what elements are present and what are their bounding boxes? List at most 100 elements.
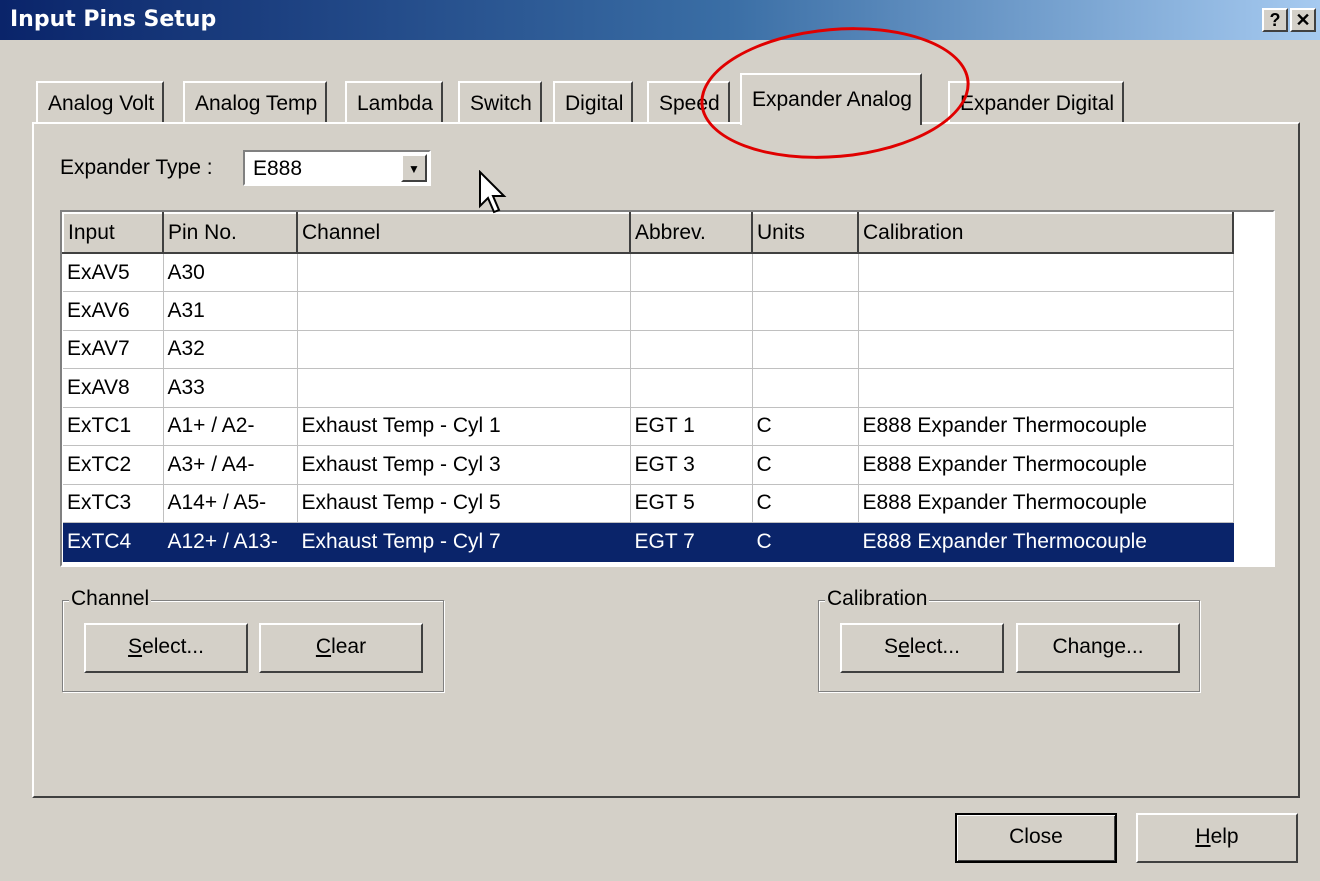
mnemonic: C	[315, 635, 332, 658]
calibration-change-button[interactable]: Change...	[1016, 623, 1180, 673]
pins-table: Input Pin No. Channel Abbrev. Units Cali…	[62, 212, 1234, 562]
close-window-button[interactable]: ✕	[1290, 8, 1316, 32]
cell-input: ExTC4	[63, 522, 164, 562]
cell-abbrev	[630, 368, 753, 408]
cell-units: C	[752, 407, 859, 446]
column-header-input[interactable]: Input	[62, 212, 164, 254]
cell-abbrev: EGT 7	[630, 522, 753, 562]
cell-input: ExTC3	[63, 484, 164, 523]
cell-channel	[297, 368, 631, 408]
cell-pin: A33	[163, 368, 298, 408]
column-header-pin-no[interactable]: Pin No.	[162, 212, 298, 254]
cell-pin: A12+ / A13-	[163, 522, 298, 562]
cell-input: ExAV8	[63, 368, 164, 408]
label-part: elp	[1210, 825, 1239, 848]
tab-lambda[interactable]: Lambda	[345, 81, 443, 122]
cell-abbrev: EGT 1	[630, 407, 753, 446]
table-row[interactable]: ExAV7 A32	[63, 330, 1234, 369]
column-header-units[interactable]: Units	[751, 212, 859, 254]
help-button[interactable]: Help	[1136, 813, 1298, 863]
cell-units	[752, 291, 859, 331]
tab-expander-analog[interactable]: Expander Analog	[740, 73, 922, 125]
cell-pin: A3+ / A4-	[163, 445, 298, 485]
cell-channel: Exhaust Temp - Cyl 7	[297, 522, 631, 562]
column-header-abbrev[interactable]: Abbrev.	[629, 212, 753, 254]
cell-input: ExTC1	[63, 407, 164, 446]
expander-type-value: E888	[253, 157, 303, 180]
cell-units	[752, 368, 859, 408]
cell-input: ExAV7	[63, 330, 164, 369]
title-bar: Input Pins Setup ? ✕	[0, 0, 1320, 40]
cell-calibration	[858, 368, 1234, 408]
cell-calibration	[858, 330, 1234, 369]
label-part: elect...	[142, 635, 204, 658]
cell-input: ExAV5	[63, 253, 164, 292]
cell-pin: A31	[163, 291, 298, 331]
table-row-selected[interactable]: ExTC4 A12+ / A13- Exhaust Temp - Cyl 7 EGT …	[63, 522, 1234, 562]
cell-calibration: E888 Expander Thermocouple	[858, 522, 1234, 562]
label-part: e...	[1114, 635, 1144, 658]
cell-units	[752, 330, 859, 369]
tab-analog-volt[interactable]: Analog Volt	[36, 81, 165, 122]
mnemonic: g	[1102, 635, 1115, 658]
tab-analog-temp[interactable]: Analog Temp	[183, 81, 328, 122]
label-part: lect...	[909, 635, 960, 658]
cell-pin: A32	[163, 330, 298, 369]
mouse-cursor-icon	[479, 170, 507, 214]
tab-expander-digital[interactable]: Expander Digital	[948, 81, 1125, 122]
cell-units	[752, 253, 859, 292]
cell-channel	[297, 253, 631, 292]
label-part: lear	[331, 635, 367, 658]
cell-channel: Exhaust Temp - Cyl 5	[297, 484, 631, 523]
channel-select-button[interactable]: Select...	[84, 623, 248, 673]
table-row[interactable]: ExAV8 A33	[63, 368, 1234, 408]
table-row[interactable]: ExTC3 A14+ / A5- Exhaust Temp - Cyl 5 EGT 5…	[63, 484, 1234, 523]
cell-abbrev	[630, 330, 753, 369]
mnemonic: S	[128, 635, 143, 658]
table-header-row: Input Pin No. Channel Abbrev. Units Cali…	[62, 212, 1234, 254]
tab-switch[interactable]: Switch	[458, 81, 542, 122]
cell-units: C	[752, 445, 859, 485]
tab-speed[interactable]: Speed	[647, 81, 730, 122]
window-title: Input Pins Setup	[10, 7, 217, 32]
chevron-down-icon[interactable]: ▼	[401, 154, 427, 182]
mnemonic: e	[898, 635, 910, 658]
cell-abbrev	[630, 291, 753, 331]
table-row[interactable]: ExAV6 A31	[63, 291, 1234, 331]
mnemonic: H	[1195, 825, 1211, 848]
cell-pin: A1+ / A2-	[163, 407, 298, 446]
table-row[interactable]: ExTC2 A3+ / A4- Exhaust Temp - Cyl 3 EGT 3C…	[63, 445, 1234, 485]
cell-input: ExAV6	[63, 291, 164, 331]
channel-clear-button[interactable]: Clear	[259, 623, 423, 673]
pins-grid[interactable]: Input Pin No. Channel Abbrev. Units Cali…	[60, 210, 1275, 567]
close-button[interactable]: Close	[955, 813, 1117, 863]
tab-digital[interactable]: Digital	[553, 81, 634, 122]
channel-group-label: Channel	[69, 587, 152, 611]
context-help-button[interactable]: ?	[1262, 8, 1288, 32]
cell-calibration: E888 Expander Thermocouple	[858, 407, 1234, 446]
column-header-calibration[interactable]: Calibration	[857, 212, 1234, 254]
cell-channel: Exhaust Temp - Cyl 3	[297, 445, 631, 485]
cell-units: C	[752, 484, 859, 523]
table-row[interactable]: ExAV5 A30	[63, 253, 1234, 292]
cell-abbrev	[630, 253, 753, 292]
calibration-select-button[interactable]: Select...	[840, 623, 1004, 673]
calibration-group-label: Calibration	[825, 587, 930, 611]
expander-type-select[interactable]: E888 ▼	[243, 150, 431, 186]
column-header-channel[interactable]: Channel	[296, 212, 631, 254]
cell-channel	[297, 291, 631, 331]
cell-calibration	[858, 253, 1234, 292]
cell-input: ExTC2	[63, 445, 164, 485]
cell-calibration: E888 Expander Thermocouple	[858, 484, 1234, 523]
table-row[interactable]: ExTC1 A1+ / A2- Exhaust Temp - Cyl 1 EGT 1C…	[63, 407, 1234, 446]
expander-type-label: Expander Type :	[60, 156, 213, 179]
cell-calibration: E888 Expander Thermocouple	[858, 445, 1234, 485]
cell-channel	[297, 330, 631, 369]
cell-abbrev: EGT 5	[630, 484, 753, 523]
cell-pin: A30	[163, 253, 298, 292]
cell-abbrev: EGT 3	[630, 445, 753, 485]
cell-pin: A14+ / A5-	[163, 484, 298, 523]
label-part: S	[884, 635, 899, 658]
cell-units: C	[752, 522, 859, 562]
cell-channel: Exhaust Temp - Cyl 1	[297, 407, 631, 446]
